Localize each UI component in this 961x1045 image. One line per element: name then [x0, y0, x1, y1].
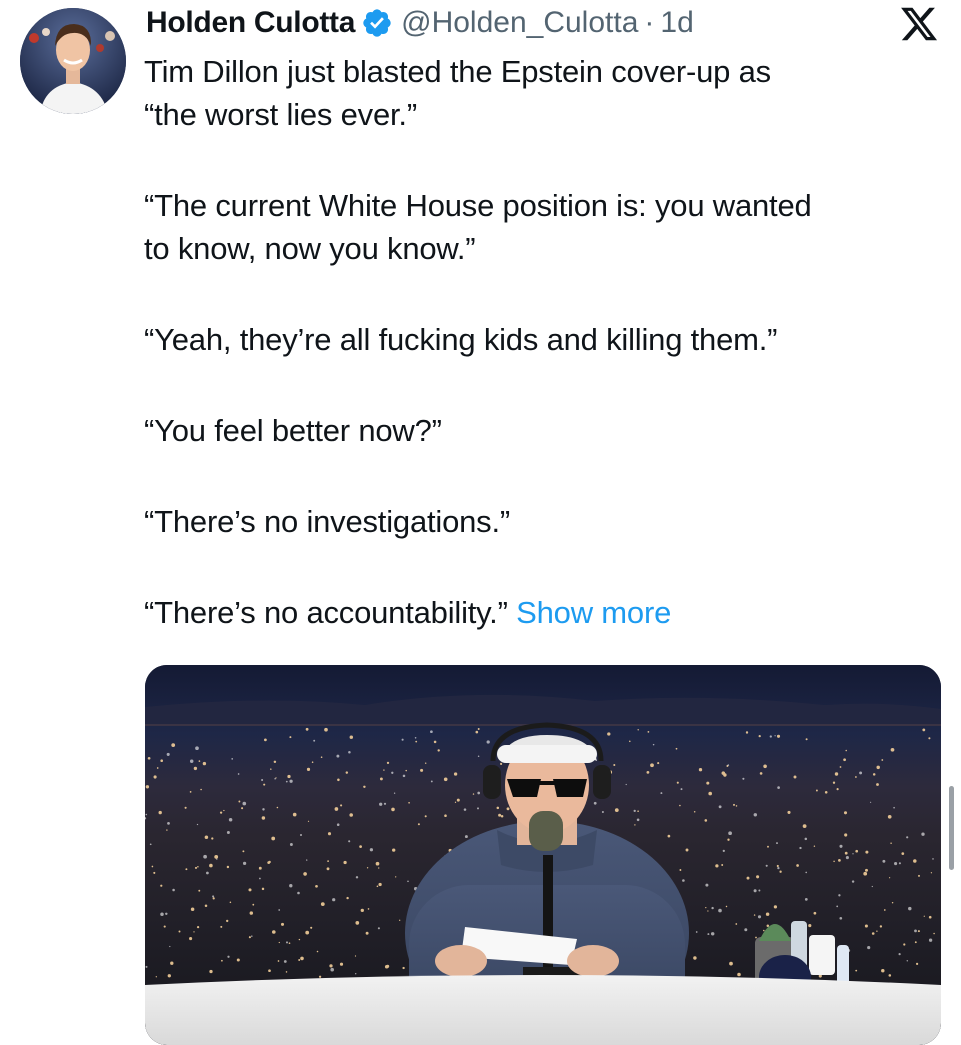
- video-thumbnail: [145, 665, 941, 1045]
- author-name[interactable]: Holden Culotta: [146, 6, 355, 40]
- author-handle[interactable]: @Holden_Culotta: [401, 6, 638, 40]
- tweet-line: Tim Dillon just blasted the Epstein cove…: [144, 54, 771, 89]
- avatar-image: [20, 8, 126, 114]
- tweet-line: “There’s no investigations.”: [144, 504, 511, 539]
- tweet-header: Holden Culotta @Holden_Culotta · 1d: [146, 2, 891, 44]
- tweet-line: “Yeah, they’re all fucking kids and kill…: [144, 322, 778, 357]
- scrollbar[interactable]: [949, 786, 954, 870]
- avatar[interactable]: [20, 8, 126, 114]
- tweet-line: “You feel better now?”: [144, 413, 442, 448]
- tweet-line: “the worst lies ever.”: [144, 97, 417, 132]
- timestamp[interactable]: 1d: [660, 6, 693, 40]
- show-more-link[interactable]: Show more: [516, 595, 671, 630]
- tweet-line: “There’s no accountability.”: [144, 595, 508, 630]
- tweet-line: “The current White House position is: yo…: [144, 188, 812, 223]
- x-logo-icon[interactable]: [899, 4, 939, 44]
- tweet-media[interactable]: [145, 665, 941, 1045]
- tweet-text: Tim Dillon just blasted the Epstein cove…: [144, 50, 944, 634]
- tweet-line: to know, now you know.”: [144, 231, 476, 266]
- separator-dot: ·: [644, 6, 655, 39]
- verified-badge-icon: [363, 9, 391, 37]
